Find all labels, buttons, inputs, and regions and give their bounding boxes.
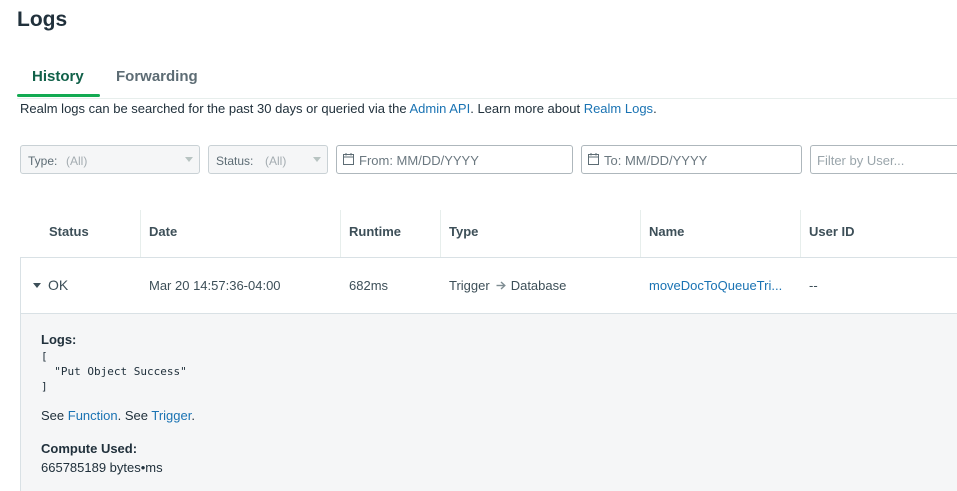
compute-used-label: Compute Used: xyxy=(41,441,138,456)
status-cell: OK xyxy=(48,277,69,293)
caret-down-icon[interactable] xyxy=(33,283,41,288)
info-suffix: . xyxy=(653,101,657,116)
type-from: Trigger xyxy=(449,278,490,293)
table-row[interactable]: OK Mar 20 14:57:36-04:00 682ms Trigger Da… xyxy=(20,257,957,314)
status-filter-label: Status: xyxy=(216,154,254,168)
active-tab-indicator xyxy=(17,94,100,97)
type-filter-select[interactable]: Type: (All) xyxy=(20,145,200,174)
status-filter-value: (All) xyxy=(265,154,287,168)
from-date-input[interactable]: From: MM/DD/YYYY xyxy=(336,145,573,174)
tab-history[interactable]: History xyxy=(32,68,84,85)
user-filter-placeholder: Filter by User... xyxy=(817,153,905,168)
tab-forwarding[interactable]: Forwarding xyxy=(116,68,198,85)
type-to: Database xyxy=(510,278,567,293)
column-header-runtime[interactable]: Runtime xyxy=(340,210,440,257)
info-middle: . Learn more about xyxy=(470,101,584,116)
logs-content: [ "Put Object Success" ] xyxy=(41,350,187,393)
info-prefix: Realm logs can be searched for the past … xyxy=(20,101,410,116)
column-header-status[interactable]: Status xyxy=(20,210,140,257)
function-name-link[interactable]: moveDocToQueueTri... xyxy=(649,278,794,293)
calendar-icon xyxy=(343,153,354,165)
date-cell: Mar 20 14:57:36-04:00 xyxy=(149,278,281,293)
user-id-cell: -- xyxy=(809,278,818,293)
log-details-panel: Logs: [ "Put Object Success" ] See Funct… xyxy=(20,314,957,491)
see-middle: . See xyxy=(117,408,152,423)
see-links: See Function. See Trigger. xyxy=(41,408,195,423)
column-header-type[interactable]: Type xyxy=(440,210,640,257)
realm-logs-link[interactable]: Realm Logs xyxy=(584,101,653,116)
page-title: Logs xyxy=(17,8,68,31)
column-header-user-id[interactable]: User ID xyxy=(800,210,957,257)
admin-api-link[interactable]: Admin API xyxy=(410,101,471,116)
from-date-placeholder: From: MM/DD/YYYY xyxy=(359,153,479,168)
status-filter-select[interactable]: Status: (All) xyxy=(208,145,328,174)
trigger-link[interactable]: Trigger xyxy=(151,408,191,423)
chevron-down-icon xyxy=(185,157,193,162)
column-header-date[interactable]: Date xyxy=(140,210,340,257)
info-text: Realm logs can be searched for the past … xyxy=(20,101,657,116)
function-link[interactable]: Function xyxy=(68,408,118,423)
user-filter-input[interactable]: Filter by User... xyxy=(810,145,957,174)
calendar-icon xyxy=(588,153,599,165)
arrow-right-icon xyxy=(496,281,506,290)
type-filter-label: Type: xyxy=(28,154,58,168)
type-cell: Trigger Database xyxy=(449,278,566,293)
column-header-name[interactable]: Name xyxy=(640,210,800,257)
to-date-placeholder: To: MM/DD/YYYY xyxy=(604,153,708,168)
see-suffix: . xyxy=(191,408,195,423)
table-header: Status Date Runtime Type Name User ID xyxy=(20,210,957,258)
compute-used-value: 665785189 bytes•ms xyxy=(41,460,163,475)
to-date-input[interactable]: To: MM/DD/YYYY xyxy=(581,145,802,174)
chevron-down-icon xyxy=(313,157,321,162)
tab-bar: History Forwarding xyxy=(17,66,957,99)
type-filter-value: (All) xyxy=(66,154,88,168)
logs-label: Logs: xyxy=(41,332,77,347)
see-prefix: See xyxy=(41,408,68,423)
runtime-cell: 682ms xyxy=(349,278,389,293)
